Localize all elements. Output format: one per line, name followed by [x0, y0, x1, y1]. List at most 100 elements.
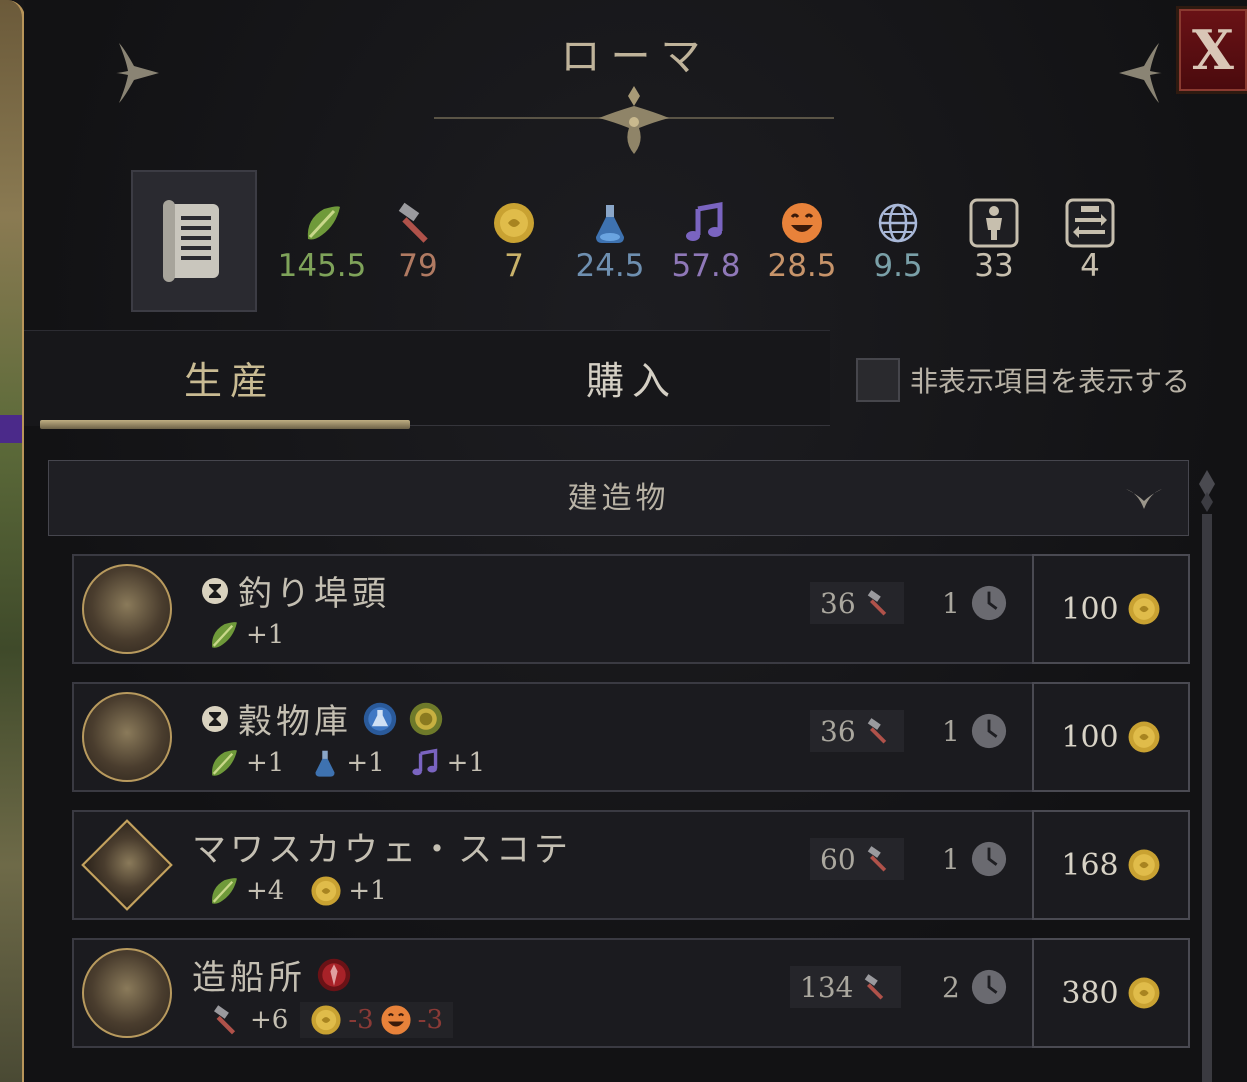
wonder-thumbnail — [81, 819, 173, 911]
hourglass-icon — [202, 577, 228, 604]
turns-count: 1 — [942, 838, 1008, 880]
tabs-background — [24, 330, 830, 426]
military-badge-icon — [317, 958, 351, 991]
item-name-text: 造船所 — [192, 958, 306, 998]
production-hammer-icon — [398, 202, 428, 243]
hourglass-icon — [202, 705, 228, 732]
trade-routes-icon — [1065, 198, 1115, 248]
stat-science: 24.5 — [562, 198, 658, 284]
purchase-price-button[interactable]: 168 — [1032, 810, 1190, 920]
effect-value: +1 — [446, 748, 485, 778]
category-label: 建造物 — [567, 481, 670, 516]
city-name: ローマ — [560, 34, 711, 80]
stat-culture: 57.8 — [658, 198, 754, 284]
clock-icon — [971, 713, 1006, 749]
scroll-document-icon — [163, 200, 219, 282]
turns-count: 1 — [942, 710, 1008, 752]
gold-coin-icon — [311, 876, 341, 906]
item-effects: +4 +1 — [206, 874, 387, 908]
upkeep-box: -3 -3 — [300, 1002, 453, 1038]
purchase-price-button[interactable]: 100 — [1032, 682, 1190, 792]
tabs-divider — [24, 330, 830, 331]
science-badge-icon — [363, 702, 397, 735]
show-hidden-checkbox[interactable] — [856, 358, 900, 402]
happiness-face-icon — [782, 203, 822, 243]
territory-border — [0, 415, 22, 443]
list-item-granary[interactable]: 穀物庫 +1 +1 +1 36 1 100 — [72, 682, 1190, 792]
chevron-down-icon — [1126, 489, 1162, 509]
stat-gold-value: 7 — [504, 248, 524, 284]
production-cost-value: 36 — [820, 714, 856, 748]
item-effects: +1 +1 +1 — [206, 746, 485, 780]
stat-science-value: 24.5 — [575, 248, 645, 284]
effect-value: +1 — [346, 748, 385, 778]
stat-culture-value: 57.8 — [671, 248, 741, 284]
list-item-mawaskawe-skote[interactable]: マワスカウェ・スコテ +4 +1 60 1 168 — [72, 810, 1190, 920]
left-ornament-icon — [116, 43, 159, 103]
stat-gold: 7 — [466, 198, 562, 284]
gold-coin-icon — [1128, 849, 1160, 881]
science-flask-icon — [315, 750, 335, 777]
list-item-fishing-wharf[interactable]: 釣り埠頭 +1 36 1 100 — [72, 554, 1190, 664]
city-details-button[interactable] — [131, 170, 257, 312]
gold-coin-icon — [1128, 593, 1160, 625]
price-value: 100 — [1061, 719, 1119, 755]
item-name: マワスカウェ・スコテ — [192, 822, 572, 871]
production-hammer-icon — [867, 718, 886, 744]
food-icon — [212, 878, 237, 904]
production-cost-value: 60 — [820, 842, 856, 876]
scrollbar[interactable] — [1196, 470, 1218, 1082]
category-dropdown[interactable]: 建造物 — [48, 460, 1189, 536]
turns-value: 1 — [942, 714, 960, 748]
production-cost: 134 — [790, 966, 902, 1008]
stat-influence: 9.5 — [850, 198, 946, 284]
item-name: 釣り埠頭 — [202, 566, 390, 615]
gold-coin-icon — [311, 1005, 341, 1035]
building-thumbnail — [82, 564, 172, 654]
item-name: 穀物庫 — [202, 694, 444, 743]
price-value: 168 — [1061, 847, 1119, 883]
tab-purchase[interactable]: 購入 — [586, 350, 678, 405]
turns-count: 1 — [942, 582, 1008, 624]
effect-value: +1 — [246, 748, 285, 778]
close-button[interactable]: X — [1176, 6, 1247, 94]
production-hammer-icon — [867, 590, 886, 616]
stat-population: 33 — [946, 198, 1042, 284]
production-hammer-icon — [214, 1005, 236, 1035]
stat-production-value: 79 — [398, 248, 438, 284]
production-cost-value: 36 — [820, 586, 856, 620]
purchase-price-button[interactable]: 100 — [1032, 554, 1190, 664]
tab-production[interactable]: 生産 — [184, 350, 276, 405]
right-ornament-icon — [1119, 43, 1162, 103]
list-item-shipyard[interactable]: 造船所 +6 -3 -3 134 2 380 — [72, 938, 1190, 1048]
production-hammer-icon — [867, 846, 886, 872]
item-effects: +6 -3 -3 — [206, 1002, 453, 1038]
stat-population-value: 33 — [974, 248, 1014, 284]
stat-happiness-value: 28.5 — [767, 248, 837, 284]
map-strip — [0, 0, 25, 1082]
stat-food-value: 145.5 — [277, 248, 367, 284]
production-cost: 36 — [810, 710, 904, 752]
stat-trade-routes: 4 — [1042, 198, 1138, 284]
influence-globe-icon — [878, 203, 918, 243]
purchase-price-button[interactable]: 380 — [1032, 938, 1190, 1048]
culture-music-icon — [412, 748, 437, 776]
turns-count: 2 — [942, 966, 1008, 1008]
gold-coin-icon — [1128, 721, 1160, 753]
clock-icon — [971, 585, 1006, 621]
item-name-text: 穀物庫 — [238, 702, 352, 742]
turns-value: 1 — [942, 586, 960, 620]
effect-value: +4 — [246, 876, 285, 906]
show-hidden-toggle[interactable]: 非表示項目を表示する — [856, 358, 1190, 402]
effect-value: -3 — [417, 1005, 443, 1035]
show-hidden-label: 非表示項目を表示する — [910, 365, 1191, 398]
culture-music-icon — [686, 202, 723, 241]
tab-active-indicator — [40, 420, 410, 429]
food-icon — [212, 750, 237, 776]
effect-value: +1 — [246, 620, 285, 650]
item-effects: +1 — [206, 618, 284, 652]
population-icon — [969, 198, 1019, 248]
gold-coin-icon — [1128, 977, 1160, 1009]
stat-food: 145.5 — [274, 198, 370, 284]
food-icon — [307, 206, 340, 240]
